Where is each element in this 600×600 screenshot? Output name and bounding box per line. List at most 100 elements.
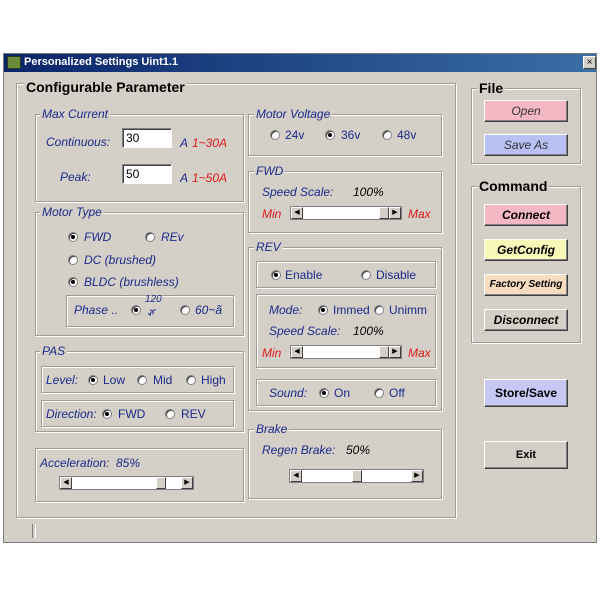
slider-thumb[interactable] [352,470,362,482]
motor-rev-label[interactable]: REv [161,230,184,244]
brake-group [248,429,442,499]
brake-label: Brake [254,422,290,436]
connect-button[interactable]: Connect [484,204,568,226]
acceleration-slider[interactable]: ◀ ▶ [59,476,194,490]
slider-thumb[interactable] [156,477,166,489]
rev-disable-label[interactable]: Disable [376,268,416,282]
pas-label: PAS [40,344,68,358]
rev-sound-label: Sound: [269,386,308,400]
bldc-brushless-label[interactable]: BLDC (brushless) [84,275,179,289]
rev-enable-radio[interactable] [271,270,281,280]
rev-max-label: Max [408,346,431,360]
scroll-left-arrow-icon[interactable]: ◀ [291,207,303,219]
slider-thumb[interactable] [379,346,389,358]
peak-unit: A [180,171,189,185]
rev-min-label: Min [262,346,282,360]
pas-mid-radio[interactable] [137,375,147,385]
fwd-max-label: Max [408,207,431,221]
rev-immed-radio[interactable] [318,305,328,315]
pas-direction-fwd-label[interactable]: FWD [118,407,145,421]
acceleration-value: 85% [116,456,141,470]
phase-120-sublabel: ⶦ [147,308,155,318]
voltage-24v-label[interactable]: 24v [285,128,304,142]
fwd-min-label: Min [262,207,282,221]
motor-fwd-radio[interactable] [68,232,78,242]
voltage-36v-label[interactable]: 36v [341,128,360,142]
rev-speed-slider[interactable]: ◀ ▶ [290,345,402,359]
continuous-label: Continuous: [46,135,111,149]
regen-brake-value: 50% [346,443,371,457]
title-bar[interactable]: Personalized Settings Uint1.1 × [4,54,596,72]
status-bar-divider [32,524,36,538]
regen-brake-slider[interactable]: ◀ ▶ [289,469,424,483]
pas-direction-rev-radio[interactable] [165,409,175,419]
settings-window: Personalized Settings Uint1.1 × Configur… [3,53,597,543]
fwd-speed-slider[interactable]: ◀ ▶ [290,206,402,220]
sound-off-label[interactable]: Off [389,386,405,400]
pas-mid-label[interactable]: Mid [153,373,172,387]
pas-level-label: Level: [46,373,79,387]
save-as-button[interactable]: Save As [484,134,568,156]
rev-immed-label[interactable]: Immed [333,303,370,317]
rev-label: REV [254,240,283,254]
scroll-left-arrow-icon[interactable]: ◀ [60,477,72,489]
scroll-right-arrow-icon[interactable]: ▶ [389,207,401,219]
phase-120-radio[interactable] [131,305,141,315]
sound-off-radio[interactable] [374,388,384,398]
peak-current-input[interactable]: 50 [122,164,172,184]
phase-label: Phase .. [74,303,119,317]
rev-unimm-label[interactable]: Unimm [389,303,427,317]
fwd-speed-value: 100% [353,185,384,199]
pas-direction-fwd-radio[interactable] [102,409,112,419]
get-config-button[interactable]: GetConfig [484,239,568,261]
pas-low-label[interactable]: Low [103,373,125,387]
motor-type-label: Motor Type [40,205,104,219]
scroll-right-arrow-icon[interactable]: ▶ [411,470,423,482]
peak-range: 1~50A [192,171,228,185]
sound-on-label[interactable]: On [334,386,350,400]
pas-high-label[interactable]: High [201,373,226,387]
scroll-left-arrow-icon[interactable]: ◀ [290,470,302,482]
store-save-button[interactable]: Store/Save [484,379,568,407]
max-current-label: Max Current [40,107,111,121]
rev-unimm-radio[interactable] [374,305,384,315]
file-header: File [477,80,506,96]
scroll-right-arrow-icon[interactable]: ▶ [181,477,193,489]
pas-low-radio[interactable] [88,375,98,385]
close-button[interactable]: × [583,56,596,69]
pas-direction-label: Direction: [46,407,97,421]
open-button[interactable]: Open [484,100,568,122]
slider-thumb[interactable] [379,207,389,219]
sound-on-radio[interactable] [319,388,329,398]
acceleration-label: Acceleration: [40,456,110,470]
peak-label: Peak: [60,170,91,184]
factory-setting-button[interactable]: Factory Setting [484,274,568,296]
bldc-brushless-radio[interactable] [68,277,78,287]
voltage-48v-label[interactable]: 48v [397,128,416,142]
phase-60-radio[interactable] [180,305,190,315]
continuous-current-input[interactable]: 30 [122,128,172,148]
window-title: Personalized Settings Uint1.1 [24,56,179,68]
voltage-36v-radio[interactable] [325,130,335,140]
fwd-label: FWD [254,164,286,178]
pas-direction-rev-label[interactable]: REV [181,407,206,421]
motor-fwd-label[interactable]: FWD [84,230,111,244]
dc-brushed-radio[interactable] [68,255,78,265]
disconnect-button[interactable]: Disconnect [484,309,568,331]
scroll-left-arrow-icon[interactable]: ◀ [291,346,303,358]
rev-disable-radio[interactable] [361,270,371,280]
configurable-parameter-header: Configurable Parameter [24,79,187,95]
pas-high-radio[interactable] [186,375,196,385]
scroll-right-arrow-icon[interactable]: ▶ [389,346,401,358]
voltage-48v-radio[interactable] [382,130,392,140]
motor-rev-radio[interactable] [145,232,155,242]
voltage-24v-radio[interactable] [270,130,280,140]
fwd-group [248,171,442,233]
rev-enable-label[interactable]: Enable [285,268,322,282]
exit-button[interactable]: Exit [484,441,568,469]
phase-60-label[interactable]: 60~ã [195,303,222,317]
rev-mode-label: Mode: [269,303,303,317]
motor-voltage-label: Motor Voltage [254,107,333,121]
dc-brushed-label[interactable]: DC (brushed) [84,253,156,267]
phase-120-label[interactable]: 120 [145,294,162,305]
